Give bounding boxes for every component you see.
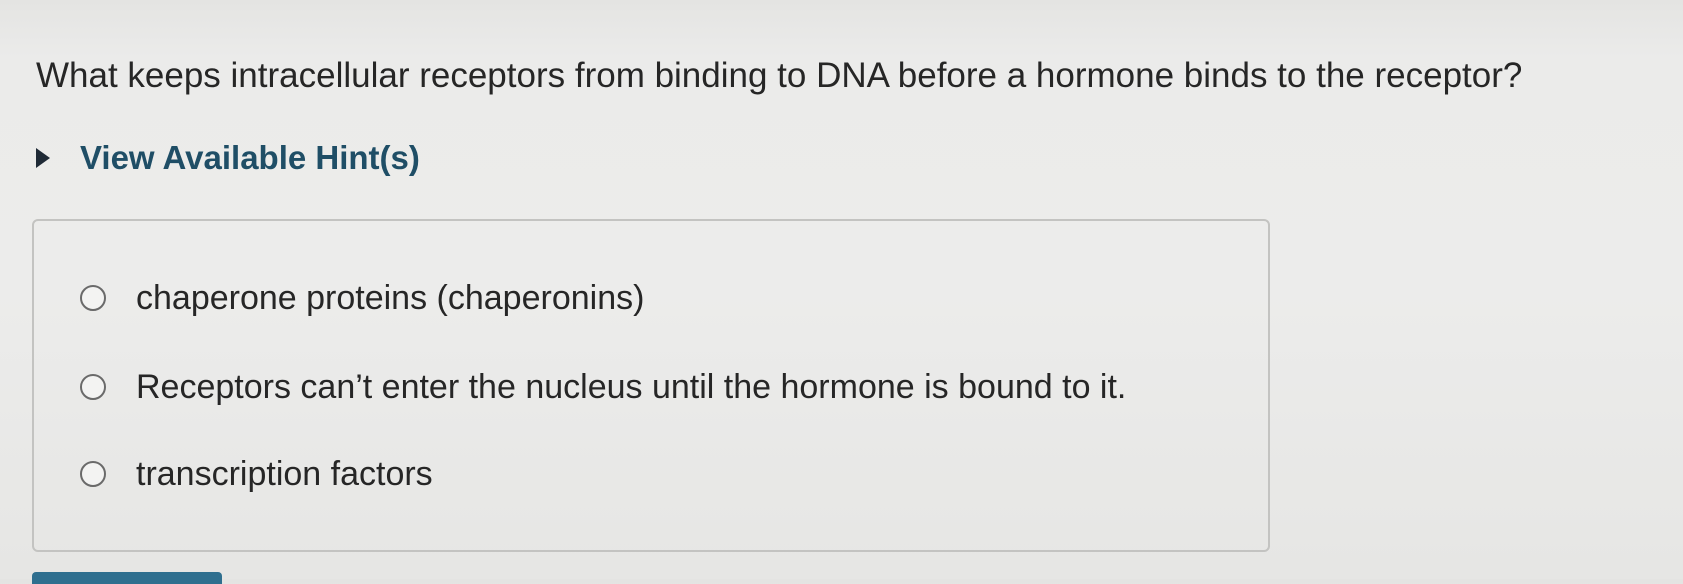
caret-right-icon[interactable] xyxy=(36,148,50,168)
view-hints-toggle[interactable]: View Available Hint(s) xyxy=(36,136,420,180)
answer-options-box: chaperone proteins (chaperonins) Recepto… xyxy=(32,219,1270,552)
answer-option[interactable]: transcription factors xyxy=(80,451,433,497)
radio-button[interactable] xyxy=(80,374,106,400)
answer-option-label[interactable]: chaperone proteins (chaperonins) xyxy=(136,275,644,321)
radio-button[interactable] xyxy=(80,461,106,487)
view-hints-label[interactable]: View Available Hint(s) xyxy=(80,136,420,180)
answer-option-label[interactable]: Receptors can’t enter the nucleus until … xyxy=(136,364,1126,410)
answer-option[interactable]: chaperone proteins (chaperonins) xyxy=(80,275,644,321)
radio-button[interactable] xyxy=(80,285,106,311)
answer-option-label[interactable]: transcription factors xyxy=(136,451,433,497)
submit-button-partial[interactable] xyxy=(32,572,222,584)
answer-option[interactable]: Receptors can’t enter the nucleus until … xyxy=(80,364,1126,410)
question-text: What keeps intracellular receptors from … xyxy=(36,56,1523,95)
